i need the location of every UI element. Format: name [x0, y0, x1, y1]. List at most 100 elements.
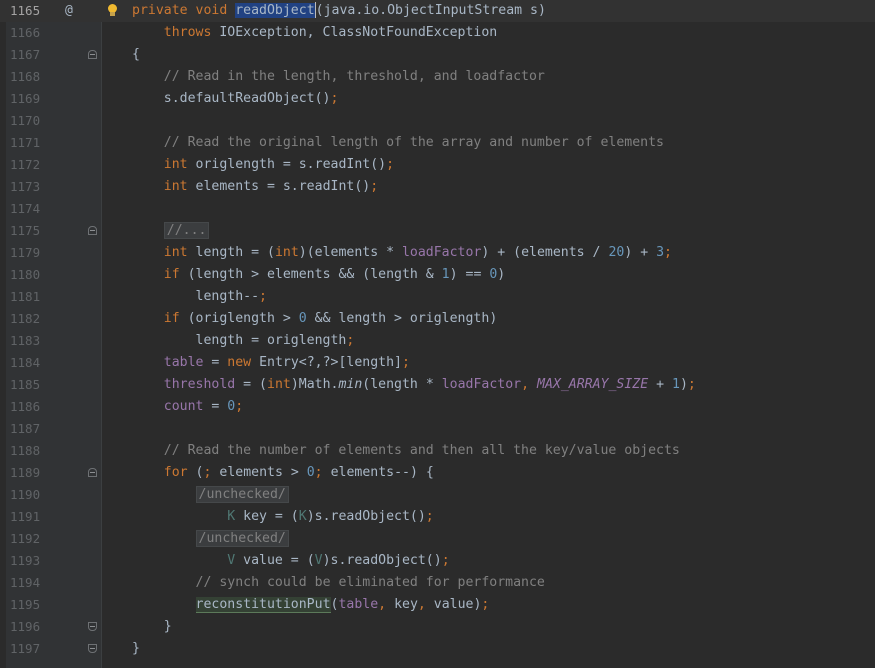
code-text[interactable]: length--;	[132, 286, 267, 308]
code-line[interactable]: 1169 s.defaultReadObject();	[0, 88, 875, 110]
code-text[interactable]: V value = (V)s.readObject();	[132, 550, 449, 572]
code-line[interactable]: 1180 if (length > elements && (length & …	[0, 264, 875, 286]
code-text[interactable]: count = 0;	[132, 396, 243, 418]
line-number[interactable]: 1192	[10, 528, 44, 550]
folded-region[interactable]: //...	[163, 222, 210, 239]
code-text[interactable]: // Read in the length, threshold, and lo…	[132, 66, 545, 88]
code-text[interactable]: reconstitutionPut(table, key, value);	[132, 594, 489, 616]
line-number[interactable]: 1187	[10, 418, 44, 440]
code-line[interactable]: 1168 // Read in the length, threshold, a…	[0, 66, 875, 88]
line-number[interactable]: 1194	[10, 572, 44, 594]
fold-end-icon[interactable]	[88, 644, 97, 653]
line-number[interactable]: 1174	[10, 198, 44, 220]
line-number[interactable]: 1191	[10, 506, 44, 528]
code-line[interactable]: 1191 K key = (K)s.readObject();	[0, 506, 875, 528]
fold-start-icon[interactable]	[88, 226, 97, 235]
code-text[interactable]: int elements = s.readInt();	[132, 176, 378, 198]
line-number[interactable]: 1183	[10, 330, 44, 352]
code-editor[interactable]: 1165 @ private void readObject(java.io.Obj…	[0, 0, 875, 668]
code-text[interactable]: {	[132, 44, 140, 66]
code-line[interactable]: 1181 length--;	[0, 286, 875, 308]
line-number[interactable]: 1190	[10, 484, 44, 506]
line-number[interactable]: 1195	[10, 594, 44, 616]
line-number[interactable]: 1170	[10, 110, 44, 132]
code-line[interactable]: 1185 threshold = (int)Math.min(length * …	[0, 374, 875, 396]
code-line[interactable]: 1165 @ private void readObject(java.io.Obj…	[0, 0, 875, 22]
code-line[interactable]: 1194 // synch could be eliminated for pe…	[0, 572, 875, 594]
code-line[interactable]: 1195 reconstitutionPut(table, key, value…	[0, 594, 875, 616]
code-line[interactable]: 1184 table = new Entry<?,?>[length];	[0, 352, 875, 374]
code-line[interactable]: 1183 length = origlength;	[0, 330, 875, 352]
code-line[interactable]: 1174	[0, 198, 875, 220]
code-line[interactable]: 1170	[0, 110, 875, 132]
code-text[interactable]: s.defaultReadObject();	[132, 88, 339, 110]
fold-start-icon[interactable]	[88, 468, 97, 477]
code-text[interactable]: // Read the number of elements and then …	[132, 440, 680, 462]
line-number[interactable]: 1167	[10, 44, 44, 66]
code-text[interactable]: // Read the original length of the array…	[132, 132, 664, 154]
line-number[interactable]: 1181	[10, 286, 44, 308]
code-text[interactable]: // synch could be eliminated for perform…	[132, 572, 545, 594]
line-number[interactable]: 1173	[10, 176, 44, 198]
code-line[interactable]: 1197}	[0, 638, 875, 660]
line-number[interactable]: 1193	[10, 550, 44, 572]
folded-region[interactable]: /unchecked/	[195, 486, 289, 503]
line-number[interactable]: 1197	[10, 638, 44, 660]
fold-end-icon[interactable]	[88, 622, 97, 631]
code-text[interactable]: private void readObject(java.io.ObjectIn…	[132, 0, 546, 22]
folded-region[interactable]: /unchecked/	[195, 530, 289, 547]
line-number[interactable]: 1180	[10, 264, 44, 286]
code-text[interactable]: if (origlength > 0 && length > origlengt…	[132, 308, 498, 330]
code-token: ) +	[624, 245, 657, 260]
code-text[interactable]: throws IOException, ClassNotFoundExcepti…	[132, 22, 497, 44]
code-line[interactable]: 1179 int length = (int)(elements * loadF…	[0, 242, 875, 264]
line-number[interactable]: 1182	[10, 308, 44, 330]
code-line[interactable]: 1182 if (origlength > 0 && length > orig…	[0, 308, 875, 330]
code-text[interactable]: length = origlength;	[132, 330, 355, 352]
line-number[interactable]: 1179	[10, 242, 44, 264]
fold-start-icon[interactable]	[88, 50, 97, 59]
code-text[interactable]: }	[132, 638, 140, 660]
line-number[interactable]: 1184	[10, 352, 44, 374]
lightbulb-icon[interactable]	[107, 4, 118, 17]
code-text[interactable]: K key = (K)s.readObject();	[132, 506, 433, 528]
code-line[interactable]: 1173 int elements = s.readInt();	[0, 176, 875, 198]
code-text[interactable]: /unchecked/	[132, 528, 289, 550]
code-text[interactable]: int length = (int)(elements * loadFactor…	[132, 242, 672, 264]
code-text[interactable]: int origlength = s.readInt();	[132, 154, 394, 176]
code-line[interactable]: 1175 //...	[0, 220, 875, 242]
line-number[interactable]: 1189	[10, 462, 44, 484]
code-token: 20	[608, 245, 625, 260]
code-line[interactable]: 1172 int origlength = s.readInt();	[0, 154, 875, 176]
code-text[interactable]: table = new Entry<?,?>[length];	[132, 352, 410, 374]
override-at-icon[interactable]: @	[65, 0, 73, 22]
line-number[interactable]: 1185	[10, 374, 44, 396]
line-number[interactable]: 1168	[10, 66, 44, 88]
code-text[interactable]: /unchecked/	[132, 484, 289, 506]
line-number[interactable]: 1169	[10, 88, 44, 110]
code-text[interactable]: threshold = (int)Math.min(length * loadF…	[132, 374, 696, 396]
line-number[interactable]: 1166	[10, 22, 44, 44]
line-number[interactable]: 1175	[10, 220, 44, 242]
line-number[interactable]: 1196	[10, 616, 44, 638]
line-number[interactable]: 1186	[10, 396, 44, 418]
code-line[interactable]: 1190 /unchecked/	[0, 484, 875, 506]
code-text[interactable]: }	[132, 616, 172, 638]
code-line[interactable]: 1186 count = 0;	[0, 396, 875, 418]
line-number[interactable]: 1188	[10, 440, 44, 462]
code-line[interactable]: 1189 for (; elements > 0; elements--) {	[0, 462, 875, 484]
code-text[interactable]: for (; elements > 0; elements--) {	[132, 462, 434, 484]
code-line[interactable]: 1171 // Read the original length of the …	[0, 132, 875, 154]
code-line[interactable]: 1188 // Read the number of elements and …	[0, 440, 875, 462]
code-line[interactable]: 1192 /unchecked/	[0, 528, 875, 550]
code-line[interactable]: 1196 }	[0, 616, 875, 638]
line-number[interactable]: 1165	[10, 0, 44, 22]
line-number[interactable]: 1172	[10, 154, 44, 176]
code-text[interactable]: if (length > elements && (length & 1) ==…	[132, 264, 505, 286]
code-line[interactable]: 1166 throws IOException, ClassNotFoundEx…	[0, 22, 875, 44]
code-text[interactable]: //...	[132, 220, 210, 242]
code-line[interactable]: 1167 {	[0, 44, 875, 66]
line-number[interactable]: 1171	[10, 132, 44, 154]
code-line[interactable]: 1187	[0, 418, 875, 440]
code-line[interactable]: 1193 V value = (V)s.readObject();	[0, 550, 875, 572]
